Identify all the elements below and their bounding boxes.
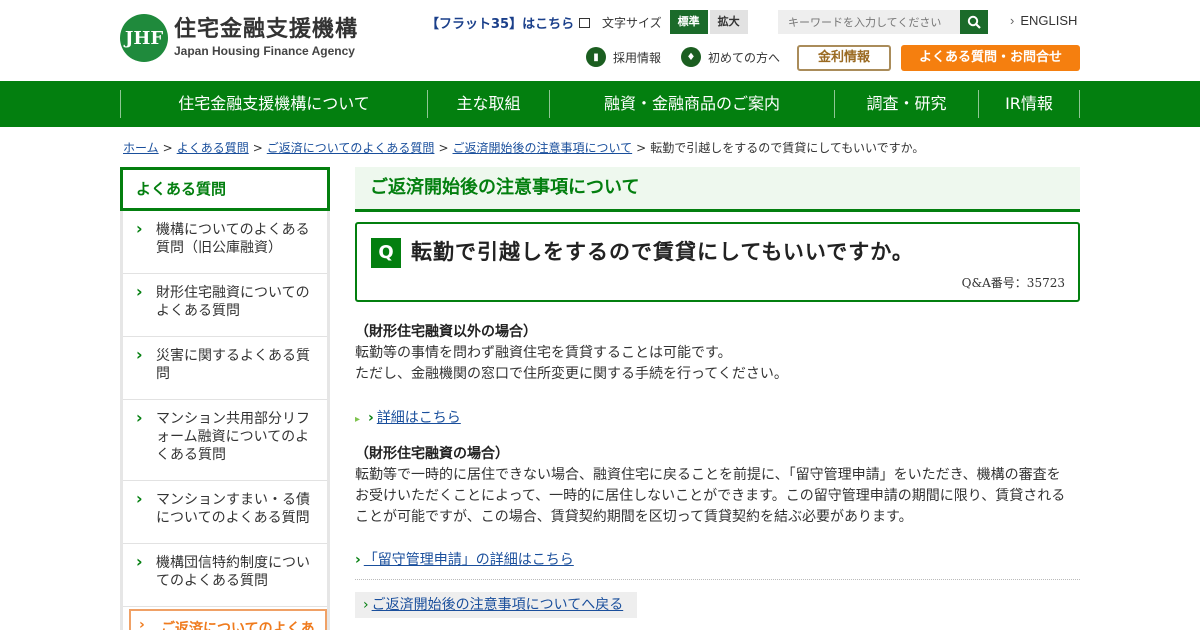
logo-japanese-name: 住宅金融支援機構 [174, 17, 359, 42]
answer-heading: （財形住宅融資の場合） [355, 446, 509, 462]
english-link[interactable]: ENGLISH [1010, 13, 1077, 28]
details-link-text[interactable]: 詳細はこちら [377, 410, 461, 426]
recruit-link[interactable]: ▮ 採用情報 [586, 47, 661, 67]
breadcrumb-home[interactable]: ホーム [123, 141, 159, 155]
answer-heading: （財形住宅融資以外の場合） [355, 324, 537, 340]
sidebar-item-repayment-faq-active[interactable]: › ご返済についてのよくあ [129, 609, 327, 630]
recruit-label: 採用情報 [613, 50, 662, 65]
beginners-link[interactable]: ♦ 初めての方へ [681, 47, 780, 67]
beginners-label: 初めての方へ [708, 50, 781, 65]
logo-english-name: Japan Housing Finance Agency [174, 44, 355, 58]
recruit-icon: ▮ [586, 47, 606, 67]
logo-text: 住宅金融支援機構 Japan Housing Finance Agency [174, 17, 358, 59]
question-box: Q 転勤で引越しをするので賃貸にしてもいいですか。 Q&A番号：35723 [355, 222, 1080, 302]
breadcrumb-repayment-faq[interactable]: ご返済についてのよくある質問 [267, 141, 435, 155]
chevron-right-icon: › [368, 410, 374, 426]
divider [355, 579, 1080, 580]
chevron-right-icon: › [363, 597, 369, 613]
chevron-right-icon: › [139, 617, 145, 630]
rusu-kanri-link[interactable]: › 「留守管理申請」の詳細はこちら [355, 549, 574, 569]
nav-item-loans[interactable]: 融資・金融商品のご案内 [550, 81, 834, 127]
question-q-icon: Q [371, 238, 401, 268]
back-link[interactable]: › ご返済開始後の注意事項についてへ戻る [355, 592, 638, 618]
rusu-kanri-link-text[interactable]: 「留守管理申請」の詳細はこちら [364, 552, 574, 568]
font-size-label: 文字サイズ [602, 15, 662, 30]
answer-zaikei: （財形住宅融資の場合） 転勤等で一時的に居住できない場合、融資住宅に戻ることを前… [355, 446, 1066, 525]
breadcrumb-current: 転勤で引越しをするので賃貸にしてもいいですか。 [650, 141, 925, 155]
nav-item-research[interactable]: 調査・研究 [835, 81, 978, 127]
search-button[interactable] [960, 10, 988, 34]
sidebar-item-disaster-faq[interactable]: 災害に関するよくある質 問 [123, 337, 327, 400]
logo-mark-icon: JHF [120, 14, 168, 62]
qa-number: Q&A番号：35723 [961, 276, 1065, 290]
sidebar-item-mansion-reform-faq[interactable]: マンション共用部分リフ ォーム融資についてのよ くある質問 [123, 400, 327, 481]
global-nav: 住宅金融支援機構について 主な取組 融資・金融商品のご案内 調査・研究 IR情報 [0, 81, 1200, 127]
breadcrumb-faq[interactable]: よくある質問 [177, 141, 249, 155]
site-header: JHF 住宅金融支援機構 Japan Housing Finance Agenc… [0, 0, 1200, 81]
beginner-leaf-icon: ♦ [681, 47, 701, 67]
sidebar-item-zaikei-faq[interactable]: 財形住宅融資についての よくある質問 [123, 274, 327, 337]
site-search [778, 10, 988, 34]
search-input[interactable] [778, 10, 960, 34]
site-logo[interactable]: JHF 住宅金融支援機構 Japan Housing Finance Agenc… [120, 14, 358, 62]
flat35-link[interactable]: 【フラット35】はこちら [426, 13, 591, 32]
nav-item-about[interactable]: 住宅金融支援機構について [121, 81, 427, 127]
sidebar-title[interactable]: よくある質問 [120, 167, 330, 211]
question-title: 転勤で引越しをするので賃貸にしてもいいですか。 [411, 240, 914, 264]
sidebar-item-agency-faq[interactable]: 機構についてのよくある 質問（旧公庫融資） [123, 211, 327, 274]
answer-non-zaikei: （財形住宅融資以外の場合） 転勤等の事情を問わず融資住宅を賃貸することは可能です… [355, 324, 788, 382]
section-title: ご返済開始後の注意事項について [355, 167, 1080, 212]
flat35-label: 【フラット35】はこちら [426, 17, 575, 32]
breadcrumb: ホーム > よくある質問 > ご返済についてのよくある質問 > ご返済開始後の注意事項につい… [123, 141, 925, 155]
faq-contact-button[interactable]: よくある質問・お問合せ [901, 45, 1080, 71]
nav-item-ir[interactable]: IR情報 [979, 81, 1079, 127]
details-link[interactable]: ▸ › 詳細はこちら [355, 407, 461, 427]
search-icon [967, 15, 981, 29]
nav-divider [1079, 90, 1080, 118]
breadcrumb-after-repayment[interactable]: ご返済開始後の注意事項について [453, 141, 633, 155]
font-size-large-button[interactable]: 拡大 [709, 10, 748, 34]
sidebar-item-dansin-faq[interactable]: 機構団信特約制度につい てのよくある質問 [123, 544, 327, 607]
external-window-icon [579, 17, 591, 28]
back-link-text[interactable]: ご返済開始後の注意事項についてへ戻る [372, 597, 624, 613]
nav-item-initiatives[interactable]: 主な取組 [428, 81, 549, 127]
font-size-switcher: 文字サイズ 標準 拡大 [602, 10, 748, 34]
sidebar-nav: よくある質問 機構についてのよくある 質問（旧公庫融資） 財形住宅融資についての… [120, 167, 330, 630]
bullet-arrow-icon: ▸ [355, 414, 361, 425]
interest-rate-button[interactable]: 金利情報 [797, 45, 891, 71]
font-size-standard-button[interactable]: 標準 [669, 10, 708, 34]
chevron-right-icon: › [355, 552, 361, 568]
sidebar-item-smile-bond-faq[interactable]: マンションすまい・る債 についてのよくある質問 [123, 481, 327, 544]
